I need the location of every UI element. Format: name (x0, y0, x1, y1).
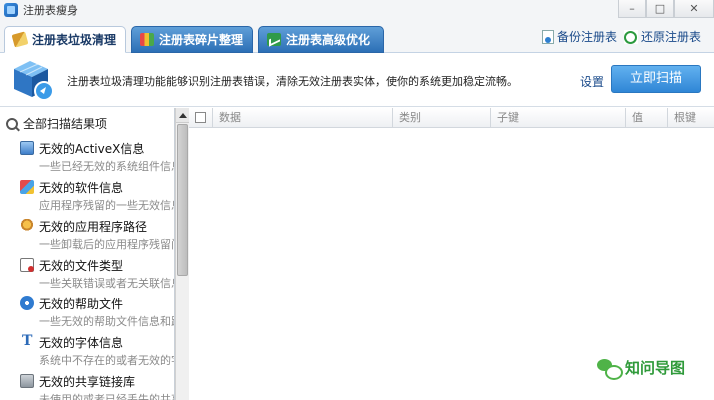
watermark: 知问导图 (597, 357, 686, 380)
backup-registry-link[interactable]: 备份注册表 (542, 28, 617, 45)
tab-defragment[interactable]: 注册表碎片整理 (131, 26, 253, 53)
category-title: 无效的ActiveX信息 (39, 141, 145, 156)
tab-label: 注册表碎片整理 (159, 33, 244, 47)
window-title: 注册表瘦身 (23, 4, 78, 17)
category-item-help[interactable]: 无效的帮助文件 一些无效的帮助文件信息和路 (20, 295, 175, 329)
activex-icon (20, 141, 34, 155)
settings-link[interactable]: 设置 (580, 73, 604, 90)
category-item-font[interactable]: 无效的字体信息 系统中不存在的或者无效的字 (20, 333, 175, 368)
scan-category-list: 全部扫描结果项 无效的ActiveX信息 一些已经无效的系统组件信息 无效的软件… (0, 108, 175, 400)
column-header-subkey[interactable]: 子键 (491, 108, 626, 128)
category-title: 无效的共享链接库 (39, 374, 136, 389)
category-desc: 应用程序残留的一些无效信息 (39, 199, 175, 212)
search-icon (6, 117, 18, 130)
broom-icon (11, 31, 29, 48)
tab-junk-cleanup[interactable]: 注册表垃圾清理 (4, 26, 126, 53)
shared-lib-icon (20, 374, 34, 388)
maximize-button[interactable]: □ (646, 0, 674, 18)
category-item-software[interactable]: 无效的软件信息 应用程序残留的一些无效信息 (20, 179, 175, 213)
category-desc: 一些卸载后的应用程序残留门 (39, 238, 175, 251)
restore-icon (624, 29, 638, 44)
font-icon (20, 333, 34, 349)
category-title: 无效的帮助文件 (39, 296, 124, 311)
category-desc: 一些已经无效的系统组件信息 (39, 160, 175, 173)
restore-registry-link[interactable]: 还原注册表 (624, 28, 701, 45)
info-banner: 注册表垃圾清理功能能够识别注册表错误，清除无效注册表实体，使你的系统更加稳定流畅… (0, 54, 714, 107)
registry-cube-icon (14, 61, 54, 101)
category-item-activex[interactable]: 无效的ActiveX信息 一些已经无效的系统组件信息 (20, 140, 175, 174)
all-results-item[interactable]: 全部扫描结果项 (6, 115, 107, 132)
category-item-app-path[interactable]: 无效的应用程序路径 一些卸载后的应用程序残留门 (20, 218, 175, 252)
category-title: 无效的字体信息 (39, 335, 124, 350)
software-icon (20, 180, 34, 194)
category-desc: 一些无效的帮助文件信息和路 (39, 315, 175, 328)
title-bar: 注册表瘦身 – □ ✕ (0, 0, 714, 20)
all-results-label: 全部扫描结果项 (23, 117, 108, 131)
file-type-icon (20, 258, 34, 272)
category-item-shared-lib[interactable]: 无效的共享链接库 未使用的或者已经丢失的共享 (20, 373, 175, 400)
tab-bar: 注册表垃圾清理 注册表碎片整理 注册表高级优化 备份注册表 还原注册表 (0, 20, 714, 53)
scroll-thumb[interactable] (177, 124, 188, 276)
results-table-header: 数据 类别 子键 值 根键 (189, 108, 714, 128)
restore-label: 还原注册表 (641, 30, 702, 44)
column-header-category[interactable]: 类别 (393, 108, 491, 128)
tab-label: 注册表垃圾清理 (32, 33, 117, 47)
category-title: 无效的应用程序路径 (39, 219, 148, 234)
tab-advanced-optimize[interactable]: 注册表高级优化 (258, 26, 384, 53)
window-controls: – □ ✕ (618, 0, 714, 18)
wechat-icon (597, 358, 623, 380)
category-desc: 系统中不存在的或者无效的字 (39, 354, 175, 367)
minimize-button[interactable]: – (618, 0, 646, 18)
tab-label: 注册表高级优化 (286, 33, 371, 47)
sidebar-scrollbar[interactable] (175, 108, 189, 400)
category-title: 无效的软件信息 (39, 180, 124, 195)
app-icon (4, 3, 18, 17)
help-icon (20, 296, 34, 310)
category-item-file-type[interactable]: 无效的文件类型 一些关联错误或者无关联信息 (20, 257, 175, 291)
puzzle-icon (140, 33, 154, 46)
banner-description: 注册表垃圾清理功能能够识别注册表错误，清除无效注册表实体，使你的系统更加稳定流畅… (67, 75, 518, 88)
close-button[interactable]: ✕ (674, 0, 714, 18)
scan-now-button[interactable]: 立即扫描 (611, 65, 701, 93)
scroll-up-arrow-icon[interactable] (176, 108, 189, 123)
category-desc: 一些关联错误或者无关联信息 (39, 277, 175, 290)
column-header-root-key[interactable]: 根键 (668, 108, 714, 128)
chart-icon (267, 33, 281, 46)
backup-icon (542, 29, 554, 44)
column-header-value[interactable]: 值 (626, 108, 668, 128)
select-all-checkbox[interactable] (195, 111, 206, 123)
category-title: 无效的文件类型 (39, 258, 124, 273)
backup-label: 备份注册表 (557, 30, 618, 44)
category-desc: 未使用的或者已经丢失的共享 (39, 393, 175, 400)
app-path-icon (20, 219, 34, 233)
select-all-checkbox-cell[interactable] (189, 108, 213, 128)
column-header-data[interactable]: 数据 (213, 108, 393, 128)
watermark-text: 知问导图 (625, 359, 686, 377)
